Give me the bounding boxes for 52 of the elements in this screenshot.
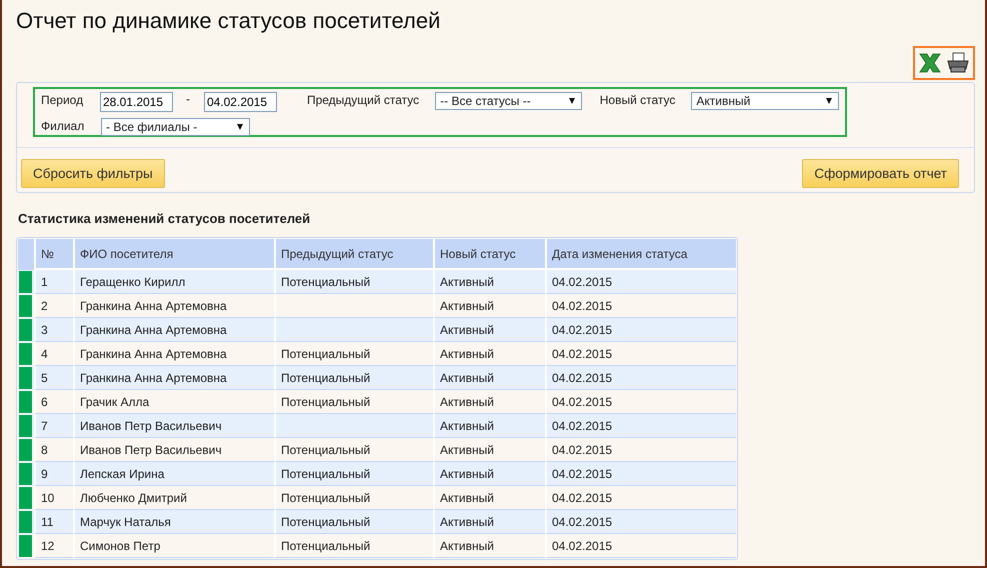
table-cell: 04.02.2015 <box>545 510 736 534</box>
table-cell: Потенциальный <box>274 534 433 558</box>
period-label: Период <box>41 92 84 107</box>
branch-label: Филиал <box>41 118 86 133</box>
table-cell: Иванов Петр Васильевич <box>73 414 274 438</box>
date-separator: - <box>186 92 190 106</box>
table-cell: 1 <box>34 270 73 294</box>
table-cell: 04.02.2015 <box>545 270 736 294</box>
table-cell: Активный <box>433 270 545 294</box>
table-cell: Потенциальный <box>274 510 433 534</box>
date-to-field[interactable]: 04.02.2015 <box>204 92 277 112</box>
table-cell: 04.02.2015 <box>545 534 736 558</box>
table-cell: Потенциальный <box>274 270 433 294</box>
table-cell: 3 <box>34 318 73 342</box>
branch-dropdown[interactable]: - Все филиалы - <box>101 118 250 136</box>
table-cell: Активный <box>433 534 545 558</box>
table-cell: Активный <box>433 366 545 390</box>
table-cell: 12 <box>34 534 73 558</box>
table-cell: Симонов Петр <box>73 534 274 558</box>
table-cell: Гранкина Анна Артемовна <box>73 318 274 342</box>
section-heading: Статистика изменений статусов посетителей <box>18 211 312 228</box>
previous-status-label: Предыдущий статус <box>306 92 420 107</box>
new-status-label: Новый статус <box>600 92 676 107</box>
table-cell: Активный <box>433 462 545 486</box>
caret-icon <box>237 124 243 130</box>
previous-status-dropdown[interactable]: -- Все статусы -- <box>435 92 582 110</box>
table-cell: Потенциальный <box>274 366 433 390</box>
page-title: Отчет по динамике статусов посетителей <box>16 7 442 35</box>
table-cell: Гранкина Анна Артемовна <box>73 366 274 390</box>
table-cell: 7 <box>34 414 73 438</box>
table-cell: 9 <box>34 462 73 486</box>
table-cell: Потенциальный <box>274 462 433 486</box>
table-cell: 04.02.2015 <box>545 462 736 486</box>
table-cell: 11 <box>34 510 73 534</box>
table-cell: Геращенко Кирилл <box>73 270 274 294</box>
date-from-field[interactable]: 28.01.2015 <box>100 92 173 112</box>
table-cell: Лепская Ирина <box>73 462 274 486</box>
generate-report-button[interactable]: Сформировать отчет <box>802 159 959 188</box>
printer-icon[interactable] <box>946 52 970 74</box>
table-cell: Активный <box>433 510 545 534</box>
table-cell: 04.02.2015 <box>545 366 736 390</box>
table-cell: Активный <box>433 318 545 342</box>
caret-icon <box>826 98 832 104</box>
table-cell: Активный <box>433 414 545 438</box>
table-cell: 5 <box>34 366 73 390</box>
caret-icon <box>568 98 575 104</box>
reset-filters-button[interactable]: Сбросить фильтры <box>21 159 165 188</box>
table-cell: 04.02.2015 <box>545 318 736 342</box>
new-status-dropdown[interactable]: Активный <box>691 92 839 110</box>
spreadsheet-icon[interactable] <box>918 52 942 74</box>
table-cell: 04.02.2015 <box>545 414 736 438</box>
table-cell: Марчук Наталья <box>73 510 274 534</box>
